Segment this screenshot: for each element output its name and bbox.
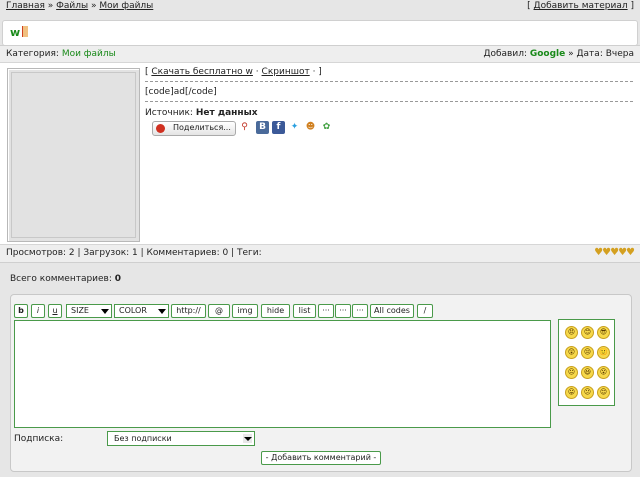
smiley-happy-icon[interactable]: 😊 [581,326,594,339]
smiley-wink-icon[interactable]: 😒 [581,346,594,359]
bold-button[interactable]: b [14,304,28,318]
entry-title: w [10,26,21,39]
close-tags-button[interactable]: / [417,304,433,318]
twitter-icon[interactable]: ✦ [288,121,301,134]
smiley-confused-icon[interactable]: 😕 [581,386,594,399]
chevron-down-icon [243,434,252,443]
entry-title-bar: w [2,20,638,46]
comments-value: 0 [114,274,122,284]
subscription-label: Подписка: [14,434,64,444]
stats-bar: Просмотров: 2 | Загрузок: 1 | Комментари… [0,244,640,262]
entry-panel: Категория: Мои файлы Добавил: Google » Д… [0,45,640,263]
bracket: · ] [312,67,322,77]
share-button[interactable]: Поделиться... [152,121,236,136]
more-button-1[interactable]: ··· [318,304,334,318]
more-button-3[interactable]: ··· [352,304,368,318]
moimir-icon[interactable]: ✿ [320,121,333,134]
code-text: [code]ad[/code] [145,87,217,97]
smiley-cool-icon[interactable]: 😎 [597,326,610,339]
breadcrumb-sep: » [91,1,97,11]
color-value: COLOR [119,306,147,315]
url-button[interactable]: http:// [171,304,206,318]
all-codes-button[interactable]: All codes [370,304,414,318]
breadcrumb-sep: » [47,1,54,11]
subscription-value: Без подписки [114,434,172,443]
comment-textarea[interactable] [14,320,551,428]
category-link[interactable]: Мои файлы [62,49,116,59]
download-link[interactable]: Скачать бесплатно w [151,67,253,77]
smiley-angry-icon[interactable]: 😠 [565,326,578,339]
chevron-down-icon [158,309,166,314]
breadcrumb-files[interactable]: Файлы [56,1,88,11]
bracket: ] [630,1,634,11]
source-value: Нет данных [195,108,258,118]
rating-hearts-icon[interactable]: ♥♥♥♥♥ [594,247,635,258]
source-row: Источник: Нет данных [145,108,633,118]
img-button[interactable]: img [232,304,258,318]
author-link[interactable]: Google [530,49,565,59]
source-label: Источник: [145,108,193,118]
underline-button[interactable]: u [48,304,62,318]
breadcrumb: Главная » Файлы » Мои файлы [6,1,153,11]
smiley-grin-icon[interactable]: 😃 [581,366,594,379]
color-select[interactable]: COLOR [114,304,169,318]
more-button-2[interactable]: ··· [335,304,351,318]
italic-button[interactable]: i [31,304,45,318]
date-value: Вчера [605,49,634,59]
edit-marker-icon[interactable] [22,26,28,37]
bracket: [ [527,1,531,11]
subscription-select[interactable]: Без подписки [107,431,255,446]
share-icon [156,124,165,133]
comments-label: Всего комментариев: [10,274,112,284]
friends-icon[interactable]: ☻ [304,121,317,134]
top-bar: Главная » Файлы » Мои файлы [ Добавить м… [0,0,640,14]
screenshot-thumbnail[interactable] [7,68,140,242]
vkontakte-icon[interactable]: B [256,121,269,134]
odnoklassniki-icon[interactable]: ⚲ [238,121,251,134]
add-material-link[interactable]: Добавить материал [534,1,628,11]
stats-text: Просмотров: 2 | Загрузок: 1 | Комментари… [6,248,262,258]
list-button[interactable]: list [293,304,316,318]
comments-count: Всего комментариев: 0 [10,274,121,284]
description: [code]ad[/code] [145,87,633,102]
smiley-shocked-icon[interactable]: 😲 [565,346,578,359]
category-label: Категория: [6,49,59,59]
breadcrumb-home[interactable]: Главная [6,1,45,11]
breadcrumb-my-files[interactable]: Мои файлы [99,1,153,11]
entry-info-bar: Категория: Мои файлы Добавил: Google » Д… [0,46,640,63]
smiley-relieved-icon[interactable]: 😌 [597,386,610,399]
date-label: Дата: [576,49,603,59]
separator: · [255,67,259,77]
smiley-neutral-icon[interactable]: 😐 [565,366,578,379]
smiley-surprised-icon[interactable]: 😮 [597,366,610,379]
smiley-tongue-icon[interactable]: 😛 [565,386,578,399]
screenshot-link[interactable]: Скриншот [262,67,310,77]
date-sep: » [568,49,574,59]
bracket: [ [145,67,149,77]
add-material: [ Добавить материал ] [527,1,634,11]
facebook-icon[interactable]: f [272,121,285,134]
size-select[interactable]: SIZE [66,304,112,318]
share-label: Поделиться... [173,123,231,132]
email-button[interactable]: @ [208,304,230,318]
added-label: Добавил: [483,49,527,59]
smiley-panel: 😠 😊 😎 😲 😒 🙂 😐 😃 😮 😛 😕 😌 [558,319,615,406]
add-comment-button[interactable]: - Добавить комментарий - [261,451,381,465]
size-value: SIZE [71,306,89,315]
download-row: [ Скачать бесплатно w · Скриншот · ] [145,67,633,82]
chevron-down-icon [101,309,109,314]
hide-button[interactable]: hide [261,304,290,318]
smiley-smile-icon[interactable]: 🙂 [597,346,610,359]
